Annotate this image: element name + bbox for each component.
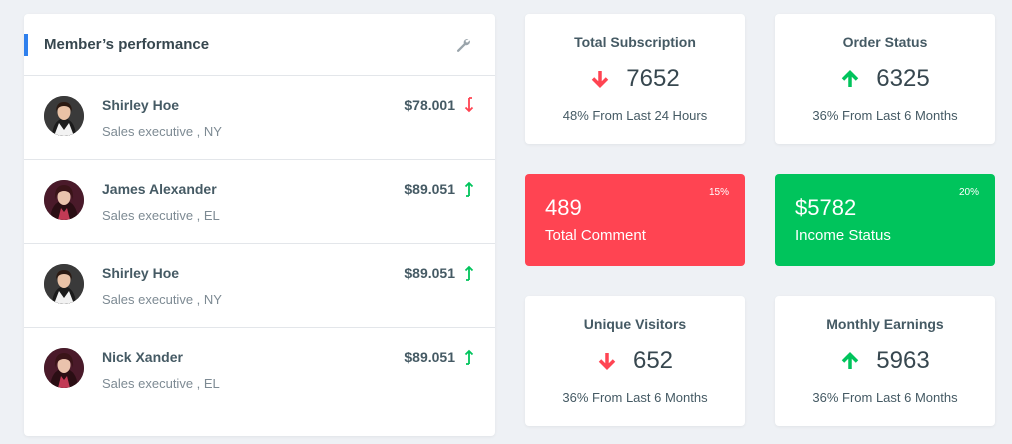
stat-value: 652 <box>632 347 674 374</box>
avatar <box>44 348 84 388</box>
stat-subtext: 36% From Last 6 Months <box>562 390 708 405</box>
total-comment-card: 489 Total Comment 15% <box>525 174 745 266</box>
order-status-card: Order Status 6325 36% From Last 6 Months <box>775 14 995 144</box>
avatar <box>44 180 84 220</box>
member-name: James Alexander <box>102 181 217 197</box>
trend-up-icon <box>464 265 474 281</box>
trend-up-icon <box>464 181 474 197</box>
member-amount: $89.051 <box>404 181 455 197</box>
member-name: Shirley Hoe <box>102 265 180 281</box>
member-amount: $78.001 <box>404 97 455 113</box>
member-role: Sales executive , EL <box>102 208 220 223</box>
member-row[interactable]: James Alexander Sales executive , EL $89… <box>24 160 495 244</box>
highlight-label: Total Comment <box>545 227 646 244</box>
stat-value-row: 5963 <box>775 347 995 375</box>
wrench-icon[interactable] <box>455 37 471 53</box>
trend-down-icon <box>464 97 474 113</box>
income-status-card: $5782 Income Status 20% <box>775 174 995 266</box>
member-role: Sales executive , EL <box>102 376 220 391</box>
member-row[interactable]: Shirley Hoe Sales executive , NY $89.051 <box>24 244 495 328</box>
arrow-up-icon <box>842 352 859 369</box>
stat-subtext: 36% From Last 6 Months <box>812 390 958 405</box>
stat-title: Unique Visitors <box>583 316 687 332</box>
header-accent-bar <box>24 34 28 56</box>
stat-value-row: 652 <box>525 347 745 375</box>
trend-up-icon <box>464 349 474 365</box>
highlight-value: $5782 <box>795 195 857 220</box>
member-name: Shirley Hoe <box>102 97 180 113</box>
member-amount: $89.051 <box>404 265 455 281</box>
total-subscription-card: Total Subscription 7652 48% From Last 24… <box>525 14 745 144</box>
stat-title: Total Subscription <box>574 34 696 50</box>
member-role: Sales executive , NY <box>102 292 222 307</box>
stat-value: 5963 <box>876 347 930 374</box>
highlight-percent: 20% <box>958 187 979 198</box>
highlight-value: 489 <box>545 195 582 220</box>
arrow-down-icon <box>598 353 616 370</box>
arrow-up-icon <box>842 70 859 87</box>
highlight-percent: 15% <box>708 187 729 198</box>
arrow-down-icon <box>592 71 609 88</box>
member-amount: $89.051 <box>404 349 455 365</box>
avatar <box>44 96 84 136</box>
member-row[interactable]: Nick Xander Sales executive , EL $89.051 <box>24 328 495 412</box>
stat-subtext: 48% From Last 24 Hours <box>562 108 708 123</box>
members-performance-card: Member’s performance Shirley Hoe Sales e… <box>24 14 495 436</box>
stat-value-row: 6325 <box>775 65 995 93</box>
stat-subtext: 36% From Last 6 Months <box>812 108 958 123</box>
stat-value: 7652 <box>626 65 680 92</box>
member-name: Nick Xander <box>102 349 183 365</box>
card-title: Member’s performance <box>44 36 210 53</box>
member-list: Shirley Hoe Sales executive , NY $78.001… <box>24 76 495 412</box>
member-role: Sales executive , NY <box>102 124 222 139</box>
unique-visitors-card: Unique Visitors 652 36% From Last 6 Mont… <box>525 296 745 426</box>
stat-value: 6325 <box>876 65 930 92</box>
highlight-label: Income Status <box>795 227 891 244</box>
member-row[interactable]: Shirley Hoe Sales executive , NY $78.001 <box>24 76 495 160</box>
stat-title: Order Status <box>842 34 928 50</box>
monthly-earnings-card: Monthly Earnings 5963 36% From Last 6 Mo… <box>775 296 995 426</box>
stat-value-row: 7652 <box>525 65 745 93</box>
avatar <box>44 264 84 304</box>
card-header: Member’s performance <box>24 14 495 76</box>
stat-title: Monthly Earnings <box>826 316 944 332</box>
